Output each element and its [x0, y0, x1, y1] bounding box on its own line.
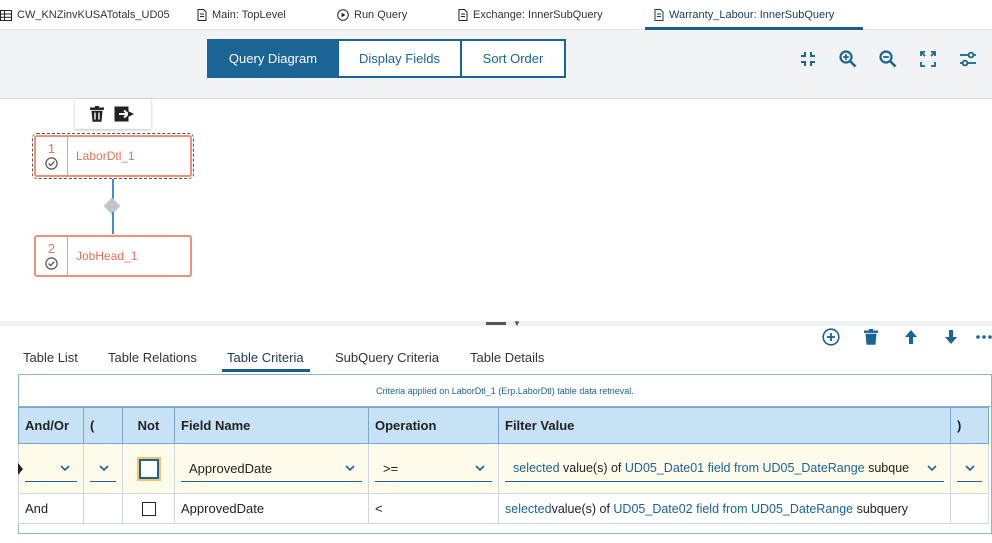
open-paren-cell[interactable]	[83, 493, 123, 524]
tab-table-criteria[interactable]: Table Criteria	[227, 350, 304, 365]
node-badge: 1	[36, 137, 68, 175]
move-out-icon[interactable]	[114, 106, 136, 122]
column-header-open-paren[interactable]: (	[83, 407, 123, 444]
diagram-node-jobhead[interactable]: 2 JobHead_1	[34, 235, 192, 277]
query-diagram-canvas[interactable]: 1 LaborDtl_1 2 JobHead_1	[0, 99, 992, 321]
display-fields-button[interactable]: Display Fields	[337, 39, 462, 78]
document-icon	[197, 9, 207, 21]
trash-icon[interactable]	[90, 106, 104, 122]
not-checkbox[interactable]	[138, 458, 159, 479]
filter-text: value(s) of	[551, 502, 610, 516]
filter-value-cell[interactable]: selectedvalue(s) of UD05_Date02 field fr…	[498, 493, 951, 524]
bottom-panel-tabs: Table List Table Relations Table Criteri…	[0, 344, 992, 374]
filter-field-link[interactable]: UD05_Date01 field from UD05_DateRange	[625, 461, 865, 475]
sort-order-button[interactable]: Sort Order	[460, 39, 566, 78]
column-header-close-paren[interactable]: )	[950, 407, 989, 444]
filter-value-dropdown[interactable]: selected value(s) of UD05_Date01 field f…	[505, 456, 944, 482]
column-header-field-name[interactable]: Field Name	[174, 407, 369, 444]
document-icon	[458, 9, 468, 21]
tab-exchange-innersubquery[interactable]: Exchange: InnerSubQuery	[458, 0, 603, 30]
tab-label: Warranty_Labour: InnerSubQuery	[669, 9, 835, 21]
operation-dropdown[interactable]: >=	[375, 456, 492, 482]
table-row[interactable]: ApprovedDate >= selected value(s) of UD0…	[18, 443, 989, 494]
check-circle-icon	[45, 257, 58, 270]
tab-label: Main: TopLevel	[212, 9, 286, 21]
query-diagram-button[interactable]: Query Diagram	[207, 39, 339, 78]
field-name-dropdown[interactable]: ApprovedDate	[181, 456, 362, 482]
tab-label: Run Query	[354, 9, 408, 21]
table-row[interactable]: And ApprovedDate < selectedvalue(s) of U…	[18, 493, 989, 524]
chevron-down-icon	[475, 464, 485, 471]
document-icon	[654, 9, 664, 21]
node-mini-toolbar	[75, 99, 151, 129]
fit-screen-icon[interactable]	[917, 48, 939, 70]
node-number: 1	[47, 141, 56, 156]
diagram-node-labordtl[interactable]: 1 LaborDtl_1	[32, 133, 194, 179]
tab-warranty-labour-innersubquery[interactable]: Warranty_Labour: InnerSubQuery	[654, 0, 834, 30]
filter-text: subquery	[856, 502, 909, 516]
splitter-collapse-icon[interactable]: ▼	[513, 319, 521, 328]
chevron-down-icon	[99, 464, 109, 471]
chevron-down-icon	[60, 464, 70, 471]
chevron-down-icon	[965, 464, 975, 471]
node-badge: 2	[36, 237, 68, 275]
operation-cell[interactable]: >=	[368, 443, 499, 494]
table-header-row: And/Or ( Not Field Name Operation Filter…	[18, 407, 989, 444]
close-paren-cell[interactable]	[950, 443, 989, 494]
collapse-icon[interactable]	[797, 48, 819, 70]
tab-run-query[interactable]: Run Query	[337, 0, 407, 30]
node-table-name: JobHead_1	[76, 249, 138, 263]
node-table-name: LaborDtl_1	[76, 149, 135, 163]
tab-table-list[interactable]: Table List	[23, 350, 78, 365]
column-header-filter-value[interactable]: Filter Value	[498, 407, 951, 444]
column-header-operation[interactable]: Operation	[368, 407, 499, 444]
not-cell[interactable]	[122, 443, 175, 494]
column-header-andor[interactable]: And/Or	[18, 407, 84, 444]
field-name-cell[interactable]: ApprovedDate	[174, 443, 369, 494]
settings-sliders-icon[interactable]	[957, 48, 979, 70]
criteria-caption: Criteria applied on LaborDtl_1 (Erp.Labo…	[19, 375, 991, 407]
node-number: 2	[47, 241, 56, 256]
andor-cell[interactable]: And	[18, 493, 84, 524]
tab-main-toplevel[interactable]: Main: TopLevel	[197, 0, 286, 30]
splitter-grip[interactable]	[486, 322, 506, 325]
andor-dropdown[interactable]	[25, 456, 77, 482]
open-paren-dropdown[interactable]	[90, 456, 116, 482]
close-paren-dropdown[interactable]	[957, 456, 982, 482]
operation-cell[interactable]: <	[368, 493, 499, 524]
chevron-down-icon	[345, 464, 355, 471]
chevron-down-icon	[927, 464, 937, 471]
filter-field-link[interactable]: UD05_Date02 field from UD05_DateRange	[613, 502, 853, 516]
close-paren-cell[interactable]	[950, 493, 989, 524]
filter-text: subque	[868, 461, 910, 475]
tab-label: Exchange: InnerSubQuery	[473, 9, 603, 21]
filter-value-cell[interactable]: selected value(s) of UD05_Date01 field f…	[498, 443, 951, 494]
filter-selected-link[interactable]: selected	[505, 502, 552, 516]
play-icon	[337, 9, 349, 21]
filter-selected-link[interactable]: selected	[513, 461, 560, 475]
document-tab-strip: CW_KNZinvKUSATotals_UD05 Main: TopLevel …	[0, 0, 992, 30]
tab-table-relations[interactable]: Table Relations	[108, 350, 197, 365]
not-checkbox[interactable]	[141, 501, 156, 516]
andor-cell[interactable]	[18, 443, 84, 494]
not-cell[interactable]	[122, 493, 175, 524]
field-name-cell[interactable]: ApprovedDate	[174, 493, 369, 524]
column-header-not[interactable]: Not	[122, 407, 175, 444]
zoom-in-icon[interactable]	[837, 48, 859, 70]
current-row-marker	[18, 463, 23, 475]
check-circle-icon	[45, 157, 58, 170]
tab-table-details[interactable]: Table Details	[470, 350, 544, 365]
criteria-table: And/Or ( Not Field Name Operation Filter…	[18, 407, 989, 524]
tab-subquery-criteria[interactable]: SubQuery Criteria	[335, 350, 439, 365]
open-paren-cell[interactable]	[83, 443, 123, 494]
tab-cw-knzinvkusatotals[interactable]: CW_KNZinvKUSATotals_UD05	[0, 0, 170, 30]
relation-line	[112, 212, 114, 234]
table-icon	[0, 9, 12, 21]
filter-text: value(s) of	[563, 461, 622, 475]
diagram-toolbar: Query Diagram Display Fields Sort Order	[0, 30, 992, 99]
zoom-out-icon[interactable]	[877, 48, 899, 70]
active-subtab-indicator	[222, 369, 310, 372]
tab-label: CW_KNZinvKUSATotals_UD05	[17, 9, 170, 21]
